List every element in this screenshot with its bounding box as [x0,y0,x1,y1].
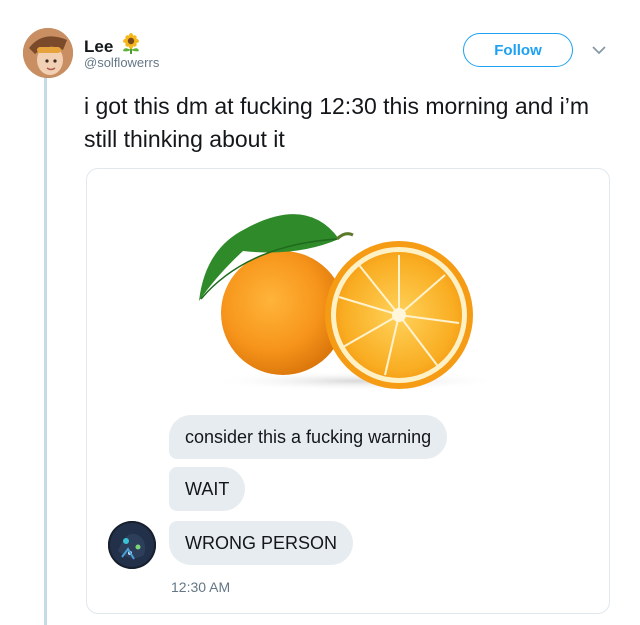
chevron-down-icon[interactable] [592,42,606,55]
dm-sender-avatar [108,521,156,569]
tweet-text: i got this dm at fucking 12:30 this morn… [84,93,589,152]
dm-message: consider this a fucking warning [169,415,448,459]
tweet-media-card[interactable]: consider this a fucking warning WAIT WRO… [86,168,610,614]
thread-line [44,76,47,625]
dm-message: WRONG PERSON [169,521,354,565]
follow-button[interactable]: Follow [463,33,573,67]
dm-timestamp: 12:30 AM [171,579,231,595]
author-display-name[interactable]: Lee [84,37,113,57]
dm-message: WAIT [169,467,246,511]
oranges-image [199,214,487,391]
author-avatar[interactable] [23,28,73,78]
author-handle[interactable]: @solflowerrs [84,55,159,70]
